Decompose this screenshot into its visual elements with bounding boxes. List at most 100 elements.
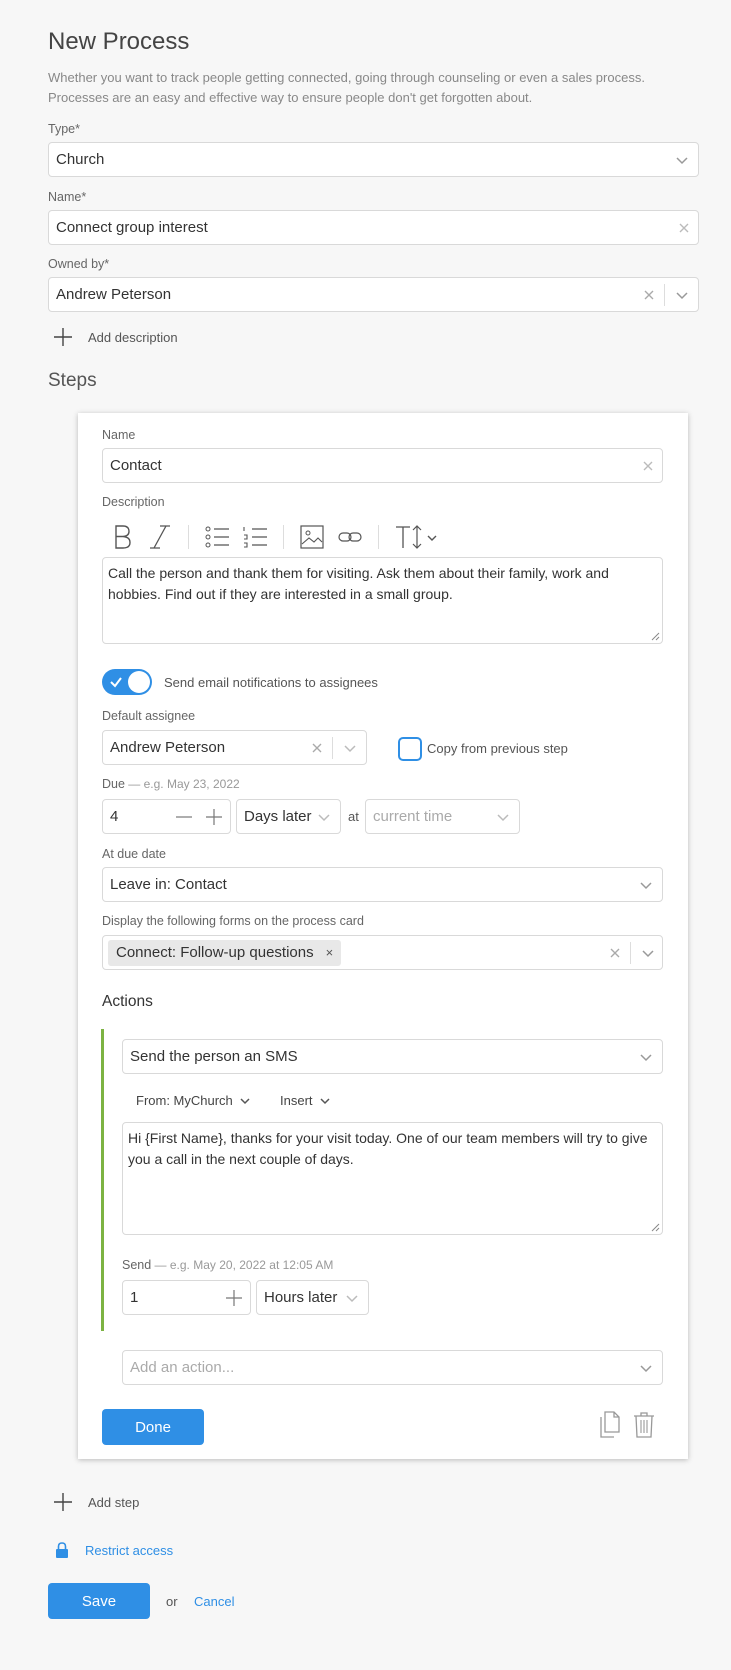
- trash-icon[interactable]: [632, 1411, 656, 1439]
- description-text: Call the person and thank them for visit…: [108, 565, 609, 602]
- resize-handle-icon[interactable]: [651, 632, 660, 641]
- chevron-down-icon[interactable]: [341, 739, 359, 757]
- editor-toolbar: [108, 520, 441, 554]
- name-value: Connect group interest: [56, 219, 208, 236]
- chip-remove-icon[interactable]: ×: [326, 945, 334, 960]
- numbered-list-icon[interactable]: [241, 523, 269, 551]
- done-button[interactable]: Done: [102, 1409, 204, 1445]
- owner-label: Owned by*: [48, 257, 110, 271]
- copy-previous-checkbox[interactable]: [398, 737, 422, 761]
- clear-icon[interactable]: [608, 946, 622, 960]
- at-due-value: Leave in: Contact: [110, 876, 227, 893]
- type-select[interactable]: Church: [48, 142, 699, 177]
- restrict-access-link[interactable]: Restrict access: [55, 1542, 173, 1558]
- action-type-select[interactable]: Send the person an SMS: [122, 1039, 663, 1074]
- forms-selected: Connect: Follow-up questions ×: [108, 939, 608, 966]
- send-amount: 1: [130, 1289, 139, 1306]
- chevron-down-icon: [640, 1053, 652, 1061]
- send-unit-select[interactable]: Hours later: [256, 1280, 369, 1315]
- link-icon[interactable]: [336, 523, 364, 551]
- send-label: Send: [122, 1258, 152, 1272]
- subtitle-line-1: Whether you want to track people getting…: [48, 70, 645, 85]
- or-label: or: [166, 1594, 178, 1609]
- name-label: Name*: [48, 190, 87, 204]
- step-name-value: Contact: [110, 457, 162, 474]
- subtitle-line-2: Processes are an easy and effective way …: [48, 90, 533, 105]
- send-example: — e.g. May 20, 2022 at 12:05 AM: [151, 1258, 334, 1272]
- plus-icon[interactable]: [205, 808, 223, 826]
- type-value: Church: [56, 151, 105, 168]
- owner-select[interactable]: Andrew Peterson: [48, 277, 699, 312]
- image-icon[interactable]: [298, 523, 326, 551]
- copy-icon[interactable]: [598, 1411, 622, 1439]
- resize-handle-icon[interactable]: [651, 1223, 660, 1232]
- send-label-row: Send — e.g. May 20, 2022 at 12:05 AM: [122, 1258, 333, 1272]
- due-amount-stepper[interactable]: 4: [102, 799, 231, 834]
- add-action-placeholder: Add an action...: [130, 1359, 235, 1376]
- add-description-button[interactable]: Add description: [52, 326, 178, 348]
- save-button[interactable]: Save: [48, 1583, 150, 1619]
- sms-message-editor[interactable]: Hi {First Name}, thanks for your visit t…: [122, 1122, 663, 1235]
- text-size-icon[interactable]: [393, 522, 441, 552]
- email-notify-toggle[interactable]: [102, 669, 152, 695]
- toolbar-separator: [378, 525, 379, 549]
- clear-icon[interactable]: [677, 221, 691, 235]
- clear-icon[interactable]: [642, 288, 656, 302]
- steps-title: Steps: [48, 370, 97, 391]
- due-time-select[interactable]: current time: [365, 799, 520, 834]
- at-label: at: [348, 809, 359, 824]
- step-name-input[interactable]: Contact: [102, 448, 663, 483]
- copy-previous-label: Copy from previous step: [427, 741, 568, 756]
- page-subtitle: Whether you want to track people getting…: [48, 68, 688, 108]
- at-due-select[interactable]: Leave in: Contact: [102, 867, 663, 902]
- from-dropdown[interactable]: From: MyChurch: [136, 1093, 251, 1108]
- plus-icon[interactable]: [225, 1289, 243, 1307]
- due-label: Due: [102, 777, 125, 791]
- toolbar-separator: [188, 525, 189, 549]
- plus-icon: [54, 1493, 72, 1511]
- due-label-row: Due — e.g. May 23, 2022: [102, 777, 240, 791]
- restrict-access-label: Restrict access: [85, 1542, 174, 1558]
- chevron-down-icon[interactable]: [639, 944, 657, 962]
- toolbar-separator: [283, 525, 284, 549]
- due-unit-select[interactable]: Days later: [236, 799, 341, 834]
- assignee-label: Default assignee: [102, 709, 196, 723]
- add-action-select[interactable]: Add an action...: [122, 1350, 663, 1385]
- assignee-select[interactable]: Andrew Peterson: [102, 730, 367, 765]
- separator: [332, 736, 333, 759]
- send-unit: Hours later: [264, 1289, 338, 1306]
- bold-icon[interactable]: [108, 522, 136, 552]
- minus-icon[interactable]: [175, 808, 193, 826]
- actions-title: Actions: [102, 993, 153, 1010]
- form-chip-label: Connect: Follow-up questions: [116, 944, 314, 961]
- add-step-label: Add step: [88, 1494, 140, 1510]
- description-editor[interactable]: Call the person and thank them for visit…: [102, 557, 663, 644]
- form-chip: Connect: Follow-up questions ×: [108, 939, 342, 966]
- toggle-knob: [128, 671, 150, 693]
- italic-icon[interactable]: [146, 522, 174, 552]
- bulleted-list-icon[interactable]: [203, 523, 231, 551]
- clear-icon[interactable]: [641, 459, 655, 473]
- page-title: New Process: [48, 28, 190, 55]
- clear-icon[interactable]: [310, 741, 324, 755]
- due-time-placeholder: current time: [373, 808, 453, 825]
- at-due-label: At due date: [102, 847, 166, 861]
- type-label: Type*: [48, 122, 80, 136]
- send-amount-stepper[interactable]: 1: [122, 1280, 251, 1315]
- sms-message-text: Hi {First Name}, thanks for your visit t…: [128, 1130, 648, 1167]
- check-icon: [110, 677, 122, 688]
- name-input[interactable]: Connect group interest: [48, 210, 699, 245]
- add-step-button[interactable]: Add step: [52, 1491, 139, 1513]
- insert-dropdown[interactable]: Insert: [280, 1093, 331, 1108]
- forms-label: Display the following forms on the proce…: [102, 914, 364, 928]
- new-process-page: New Process Whether you want to track pe…: [0, 0, 731, 1670]
- action-accent-bar: [101, 1029, 104, 1331]
- chevron-down-icon: [676, 156, 688, 164]
- email-notify-label: Send email notifications to assignees: [164, 675, 378, 690]
- chevron-down-icon[interactable]: [673, 286, 691, 304]
- insert-label: Insert: [280, 1093, 313, 1108]
- lock-icon: [56, 1542, 68, 1558]
- forms-multiselect[interactable]: Connect: Follow-up questions ×: [102, 935, 663, 970]
- action-type-value: Send the person an SMS: [130, 1048, 298, 1065]
- cancel-link[interactable]: Cancel: [194, 1594, 234, 1609]
